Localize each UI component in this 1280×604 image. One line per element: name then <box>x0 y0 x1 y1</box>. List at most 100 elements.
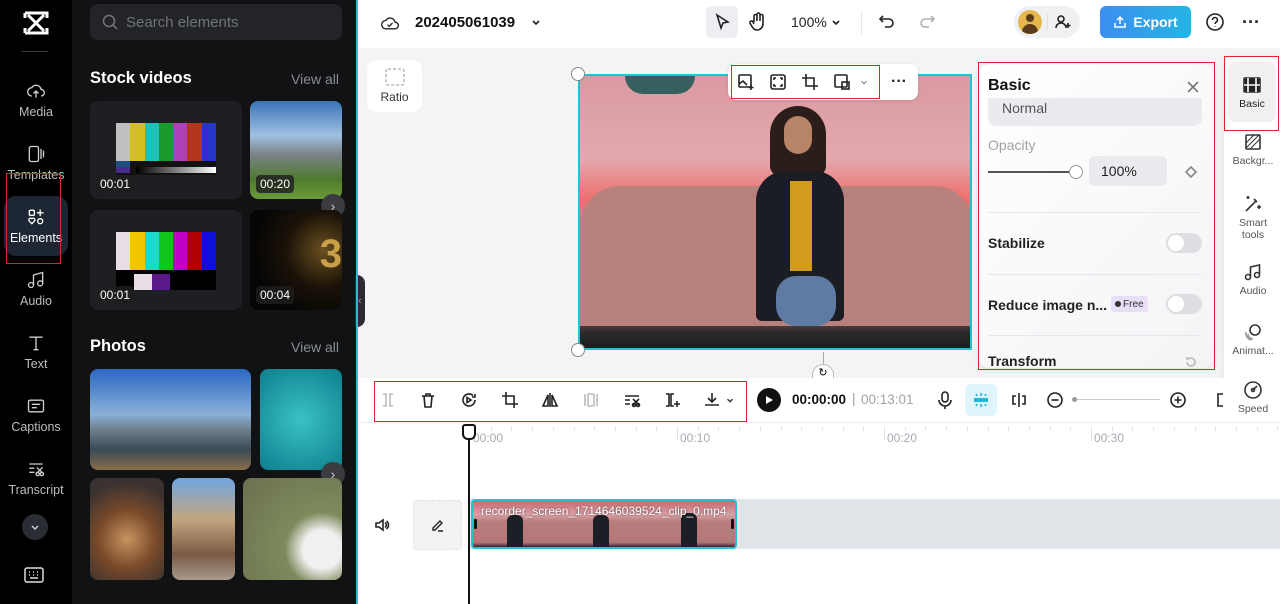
mirror-icon[interactable] <box>540 390 560 410</box>
magnet-snap-button[interactable] <box>965 384 997 416</box>
smart-split-icon[interactable] <box>662 390 682 410</box>
zoom-chevron-icon[interactable] <box>830 14 842 30</box>
download-icon[interactable] <box>702 390 722 410</box>
download-chevron-icon[interactable] <box>724 394 736 406</box>
keyframe-icon[interactable] <box>1183 164 1199 180</box>
tab-smart-tools[interactable]: Smart tools <box>1228 194 1278 241</box>
avatar[interactable] <box>1018 10 1042 34</box>
undo-button[interactable] <box>876 11 898 33</box>
rail-item-captions[interactable]: Captions <box>4 385 68 445</box>
capcut-logo-icon[interactable] <box>22 10 50 36</box>
zoom-in-icon[interactable] <box>1167 389 1189 411</box>
zoom-out-icon[interactable] <box>1044 389 1066 411</box>
hand-tool[interactable] <box>746 10 770 34</box>
edit-cover-button[interactable] <box>413 500 462 550</box>
rotate-handle[interactable]: ↻ <box>812 364 834 379</box>
more-options-icon[interactable]: ··· <box>1240 11 1262 33</box>
ruler-minor-tick <box>946 427 948 431</box>
keyboard-icon[interactable] <box>24 567 44 583</box>
video-clip[interactable]: recorder_screen_1714646039524_clip_0.mp4 <box>471 499 737 549</box>
search-input[interactable]: Search elements <box>90 4 342 40</box>
resize-handle-top-left[interactable] <box>571 67 585 81</box>
fit-frame-icon[interactable] <box>768 72 788 92</box>
delete-icon[interactable] <box>418 390 438 410</box>
photo-thumb[interactable] <box>90 369 251 470</box>
zoom-slider[interactable] <box>1074 399 1160 400</box>
blend-mode-select[interactable]: Normal <box>988 98 1202 126</box>
toolbar-more-icon[interactable]: ··· <box>886 70 912 94</box>
stock-video-thumb[interactable]: 3 00:04 <box>250 210 342 310</box>
mute-track-icon[interactable] <box>372 515 392 535</box>
help-button[interactable] <box>1204 11 1226 33</box>
rail-item-text[interactable]: Text <box>4 322 68 382</box>
view-all-stock-videos[interactable]: View all <box>291 71 339 87</box>
ruler-minor-tick <box>1070 427 1072 431</box>
ratio-button[interactable]: Ratio <box>367 60 422 112</box>
rail-item-media[interactable]: Media <box>4 70 68 130</box>
rail-item-transcript[interactable]: Transcript <box>4 448 68 508</box>
trim-handle-right[interactable] <box>731 519 734 529</box>
number-3-graphic: 3 <box>319 232 342 276</box>
export-label: Export <box>1133 14 1178 30</box>
collaborators-group[interactable] <box>1014 6 1080 38</box>
trim-handle-left[interactable] <box>474 519 477 529</box>
opacity-slider-thumb[interactable] <box>1069 165 1083 179</box>
time-ruler[interactable]: 00:00 00:10 00:20 00:30 <box>470 427 1280 447</box>
split-icon[interactable] <box>378 390 398 410</box>
photo-thumb[interactable] <box>243 478 342 580</box>
position-chevron-icon[interactable] <box>858 76 870 88</box>
search-icon <box>102 14 118 30</box>
stock-video-thumb[interactable]: 00:01 <box>90 101 242 199</box>
export-button[interactable]: Export <box>1100 6 1191 38</box>
split-view-icon[interactable] <box>1008 389 1030 411</box>
transcript-edit-icon[interactable] <box>622 390 642 410</box>
tab-audio[interactable]: Audio <box>1228 262 1278 297</box>
photo-thumb[interactable] <box>172 478 235 580</box>
crop-icon[interactable] <box>500 390 520 410</box>
replace-image-icon[interactable] <box>736 72 756 92</box>
play-button[interactable] <box>757 388 781 412</box>
tab-animation[interactable]: Animat... <box>1228 322 1278 357</box>
reduce-noise-toggle[interactable] <box>1166 294 1202 314</box>
fit-timeline-icon[interactable] <box>1214 389 1226 411</box>
select-pointer-tool[interactable] <box>706 6 738 38</box>
more-tools-button[interactable] <box>22 514 48 540</box>
playhead-handle[interactable] <box>462 424 476 440</box>
stock-video-thumb[interactable]: 00:01 <box>90 210 242 310</box>
view-all-photos[interactable]: View all <box>291 339 339 355</box>
ruler-minor-tick <box>925 427 927 431</box>
rail-item-audio[interactable]: Audio <box>4 259 68 319</box>
stabilize-label: Stabilize <box>988 235 1045 251</box>
video-preview[interactable] <box>578 74 972 350</box>
background-icon <box>1245 134 1261 150</box>
zoom-slider-thumb[interactable] <box>1072 397 1077 402</box>
stock-video-thumb[interactable]: 00:20 <box>250 101 342 199</box>
divider <box>22 51 48 52</box>
rail-item-elements[interactable]: Elements <box>4 196 68 256</box>
opacity-input[interactable]: 100% <box>1089 156 1167 186</box>
project-name[interactable]: 202405061039 <box>415 14 515 31</box>
redo-button[interactable] <box>916 11 938 33</box>
rail-item-templates[interactable]: Templates <box>4 133 68 193</box>
color-bars-image <box>116 123 216 161</box>
tab-basic[interactable]: Basic <box>1228 62 1276 122</box>
zoom-level[interactable]: 100% <box>791 14 827 30</box>
resize-handle-bottom-left[interactable] <box>571 343 585 357</box>
tab-background[interactable]: Backgr... <box>1228 132 1278 167</box>
project-menu-chevron-icon[interactable] <box>528 14 544 30</box>
close-panel-button[interactable] <box>1184 78 1202 96</box>
badge-dot-icon <box>1115 301 1121 307</box>
reset-icon[interactable] <box>1183 354 1199 368</box>
opacity-slider-track[interactable] <box>988 171 1076 173</box>
photo-thumb[interactable] <box>260 369 342 470</box>
playhead[interactable] <box>468 425 470 604</box>
photo-thumb[interactable] <box>90 478 164 580</box>
stabilize-toggle[interactable] <box>1166 233 1202 253</box>
position-icon[interactable] <box>832 72 852 92</box>
tab-speed[interactable]: Speed <box>1228 380 1278 415</box>
freeze-frame-icon[interactable] <box>581 390 601 410</box>
replay-icon[interactable] <box>459 390 479 410</box>
add-collaborator-icon[interactable] <box>1052 12 1074 32</box>
crop-icon[interactable] <box>800 72 820 92</box>
record-voiceover-icon[interactable] <box>934 389 956 411</box>
